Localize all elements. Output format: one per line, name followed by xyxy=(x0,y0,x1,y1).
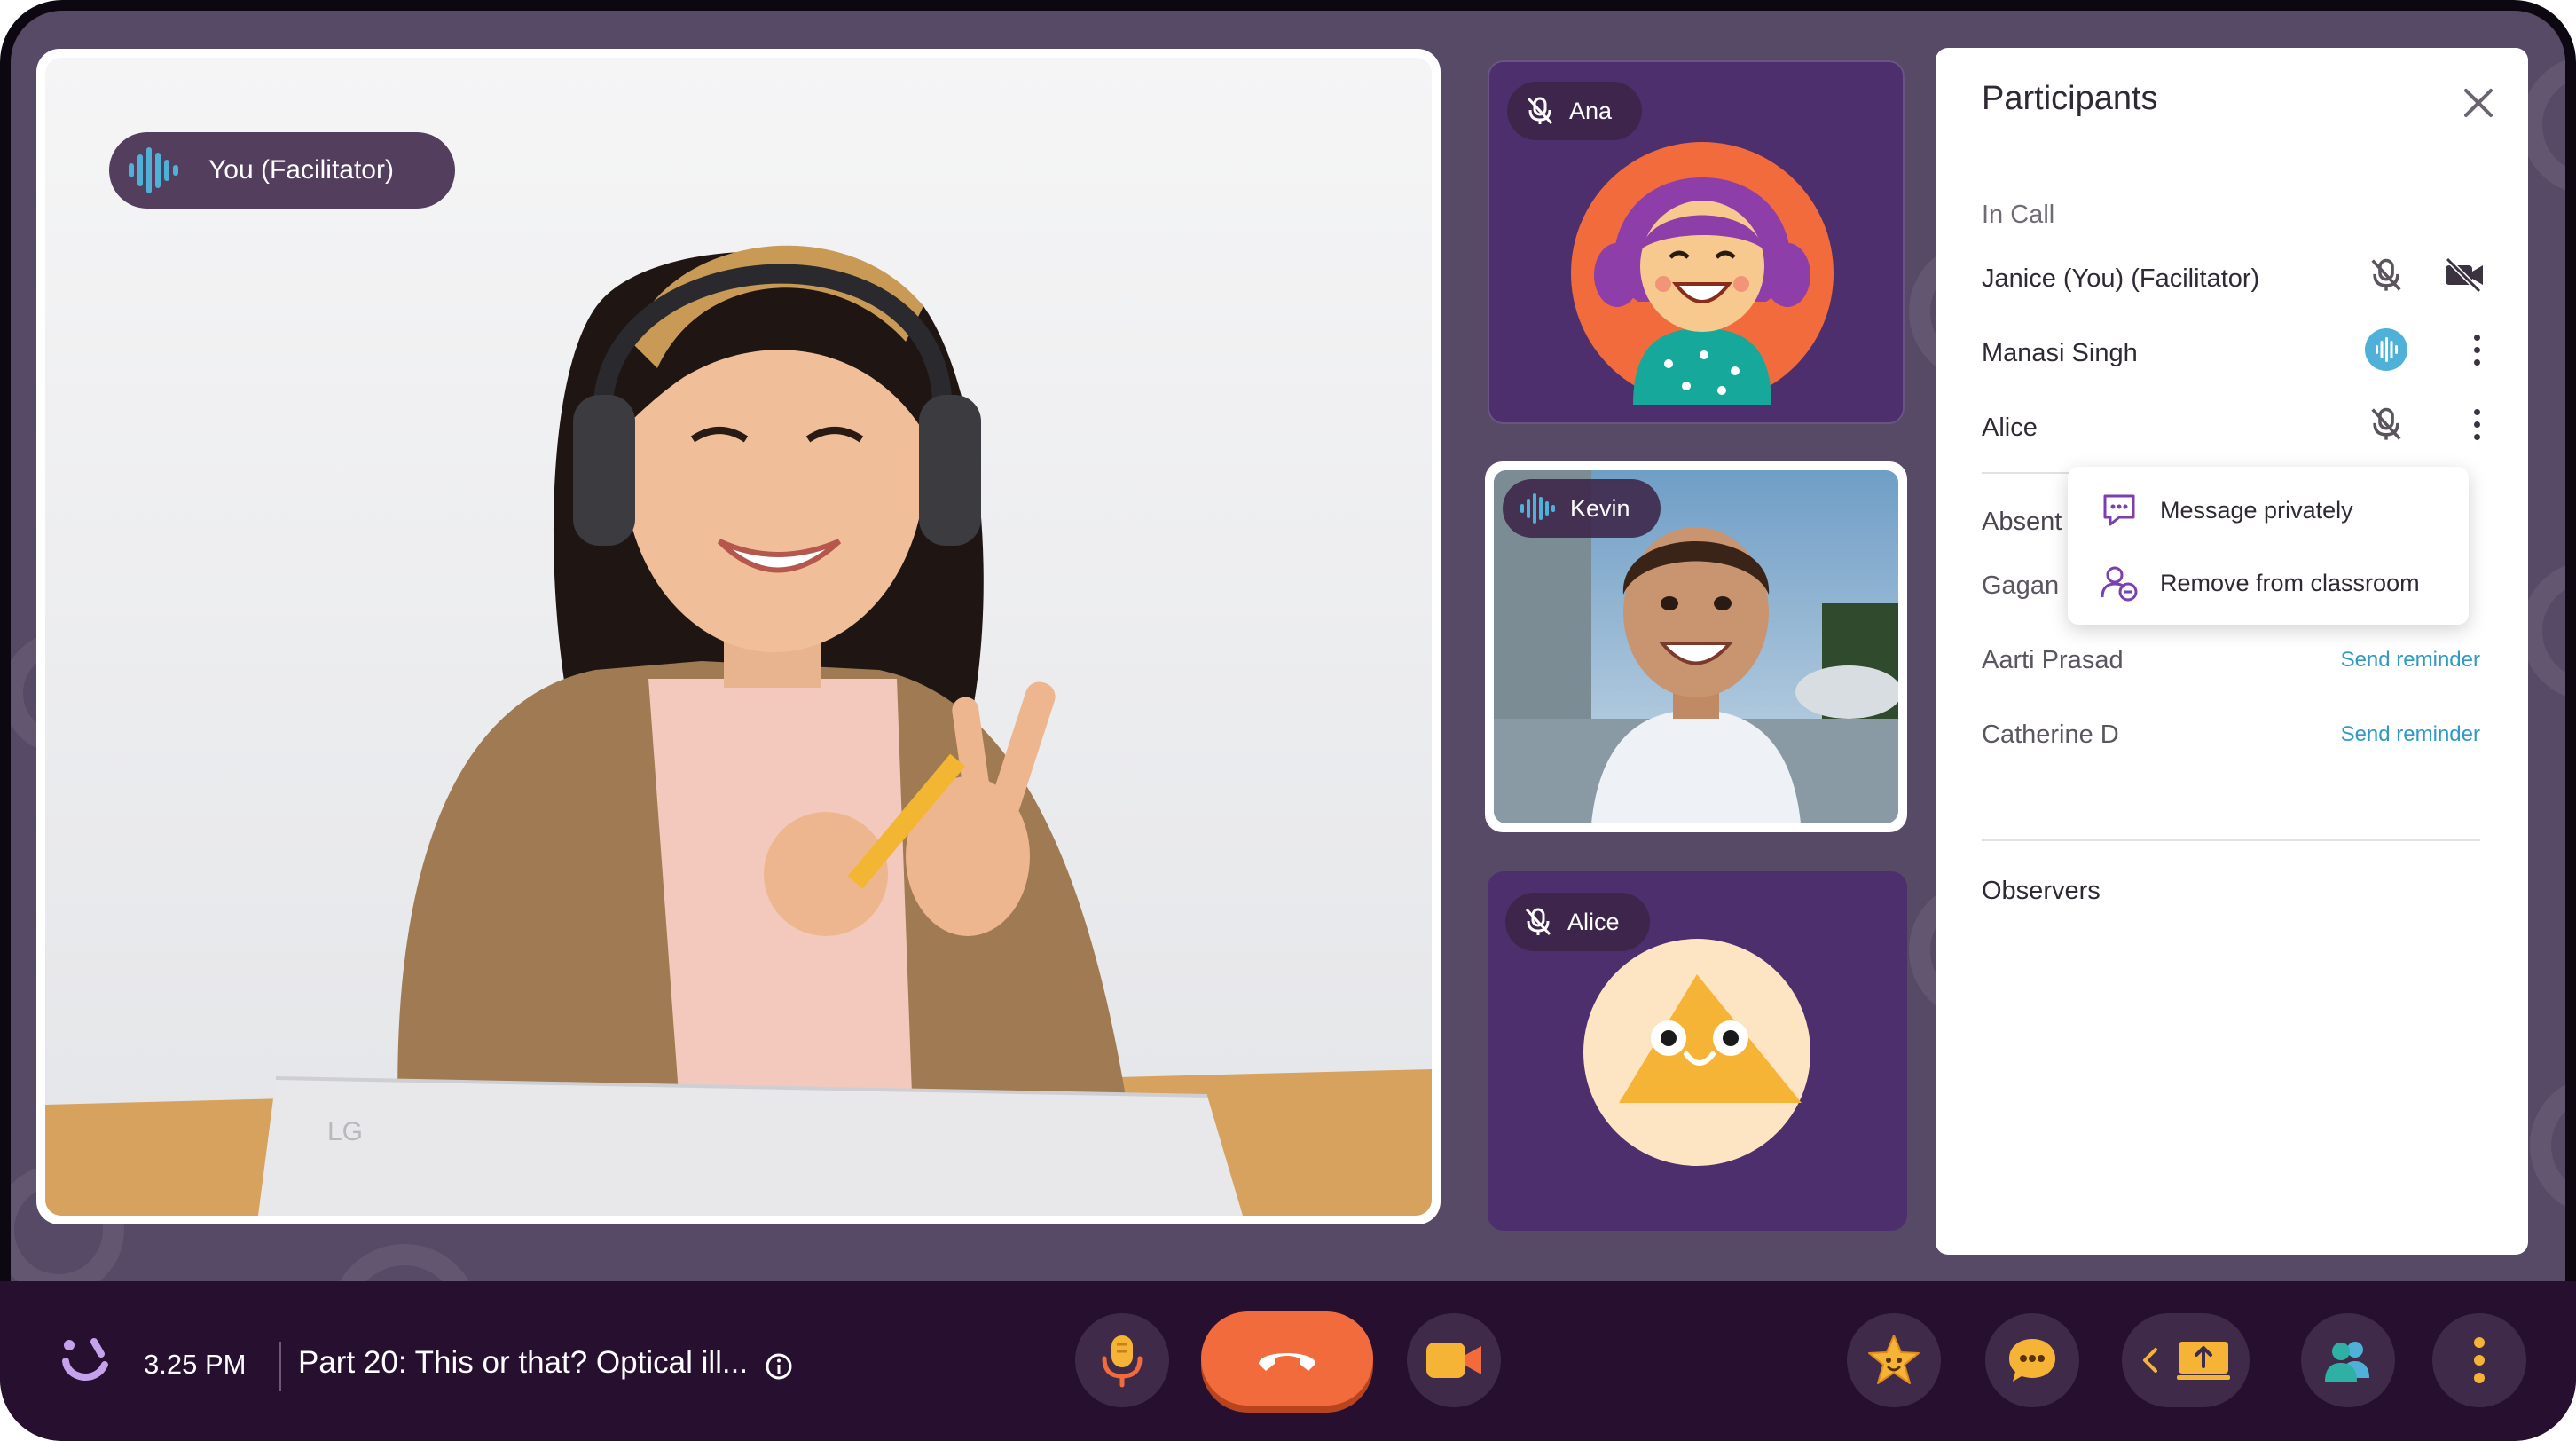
speaking-indicator-icon xyxy=(2365,328,2407,371)
participant-name-janice: Janice (You) (Facilitator) xyxy=(1982,264,2260,293)
more-button[interactable] xyxy=(2432,1313,2526,1407)
participant-context-menu: Message privately Remove from classroom xyxy=(2068,467,2469,625)
app-logo-icon xyxy=(62,1338,108,1381)
tile-name-tag: Kevin xyxy=(1503,479,1661,538)
decorative-ring xyxy=(2530,1075,2565,1216)
tile-name-tag: Ana xyxy=(1507,82,1643,140)
camera-button[interactable] xyxy=(1407,1313,1501,1407)
audio-wave-icon xyxy=(129,147,178,193)
participants-panel: Participants In Call Janice (You) (Facil… xyxy=(1936,48,2528,1255)
send-reminder-link[interactable]: Send reminder xyxy=(2341,648,2480,673)
more-vertical-icon xyxy=(2474,1337,2485,1383)
main-video-tile[interactable]: LG You (Facilitator) xyxy=(36,49,1441,1224)
camera-off-icon[interactable] xyxy=(2443,254,2486,296)
participant-tile-ana[interactable]: Ana xyxy=(1488,60,1905,424)
facilitator-name: You (Facilitator) xyxy=(208,155,394,185)
end-call-button[interactable] xyxy=(1201,1311,1373,1406)
close-icon[interactable] xyxy=(2454,78,2503,128)
camera-icon xyxy=(1426,1343,1481,1378)
star-icon xyxy=(1868,1335,1920,1384)
tile-name-tag: Alice xyxy=(1505,893,1650,951)
chevron-left-icon xyxy=(2143,1348,2157,1373)
share-screen-button[interactable] xyxy=(2122,1313,2250,1407)
in-call-heading: In Call xyxy=(1982,201,2055,229)
observers-heading: Observers xyxy=(1982,877,2101,905)
divider xyxy=(279,1342,281,1391)
audio-wave-icon xyxy=(1520,493,1555,524)
tile-name: Alice xyxy=(1567,908,1620,935)
more-options-icon[interactable] xyxy=(2459,325,2494,374)
lesson-title: Part 20: This or that? Optical ill... xyxy=(298,1345,749,1380)
mic-off-icon xyxy=(1527,97,1553,125)
share-screen-icon xyxy=(2177,1342,2230,1380)
current-time: 3.25 PM xyxy=(144,1349,247,1380)
absent-name-catherine: Catherine D xyxy=(1982,720,2119,749)
facilitator-name-tag: You (Facilitator) xyxy=(109,132,455,209)
menu-item-label: Message privately xyxy=(2160,496,2353,524)
info-icon[interactable] xyxy=(765,1352,793,1381)
participant-tile-kevin[interactable]: Kevin xyxy=(1485,461,1907,832)
participants-button[interactable] xyxy=(2301,1313,2395,1407)
chat-button[interactable] xyxy=(1985,1313,2079,1407)
more-options-icon[interactable] xyxy=(2459,399,2494,449)
participant-name-manasi: Manasi Singh xyxy=(1982,339,2138,367)
tile-name: Kevin xyxy=(1570,494,1630,522)
divider xyxy=(1982,839,2480,841)
star-button[interactable] xyxy=(1847,1313,1941,1407)
girl-avatar-icon xyxy=(1571,142,1834,405)
menu-item-message-privately[interactable]: Message privately xyxy=(2068,474,2469,547)
absent-heading: Absent xyxy=(1982,508,2062,536)
participants-icon xyxy=(2325,1342,2369,1382)
triangle-avatar-icon xyxy=(1583,939,1810,1166)
participant-name-alice: Alice xyxy=(1982,413,2038,442)
facilitator-video-illustration: LG xyxy=(45,58,1432,1216)
microphone-button[interactable] xyxy=(1075,1313,1169,1407)
app-window: LG You (Facilitator) Ana Kevin Alice Par… xyxy=(0,0,2576,1441)
menu-item-label: Remove from classroom xyxy=(2160,569,2420,596)
chat-icon xyxy=(2009,1339,2055,1382)
laptop-brand: LG xyxy=(327,1117,363,1146)
facilitator-video: LG xyxy=(45,58,1432,1216)
participant-tile-alice[interactable]: Alice xyxy=(1488,871,1907,1231)
absent-name-gagan: Gagan xyxy=(1982,571,2060,600)
call-controls-bar: 3.25 PM Part 20: This or that? Optical i… xyxy=(0,1281,2576,1441)
microphone-icon xyxy=(1102,1335,1143,1388)
chat-bubble-icon xyxy=(2098,489,2140,532)
tile-name: Ana xyxy=(1569,97,1613,124)
mic-off-icon[interactable] xyxy=(2365,403,2407,445)
menu-item-remove-from-classroom[interactable]: Remove from classroom xyxy=(2068,547,2469,619)
panel-title: Participants xyxy=(1982,80,2158,117)
mic-off-icon xyxy=(1525,908,1551,936)
remove-user-icon xyxy=(2098,562,2140,604)
hang-up-icon xyxy=(1259,1353,1315,1371)
absent-name-aarti: Aarti Prasad xyxy=(1982,646,2124,674)
mic-off-icon[interactable] xyxy=(2365,254,2407,296)
send-reminder-link[interactable]: Send reminder xyxy=(2341,722,2480,747)
